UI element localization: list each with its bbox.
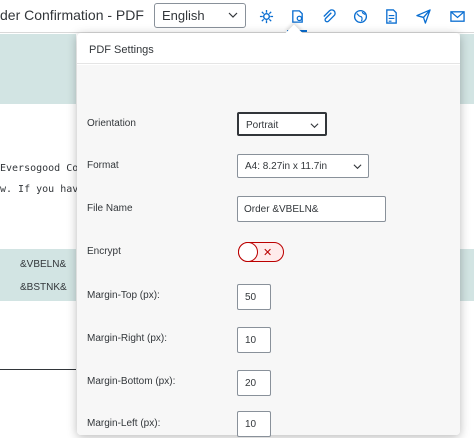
file-name-label: File Name xyxy=(87,203,133,214)
orientation-select[interactable]: Portrait xyxy=(237,112,327,136)
document-header-band xyxy=(0,34,76,104)
chevron-down-icon xyxy=(310,123,319,129)
margin-top-label: Margin-Top (px): xyxy=(87,290,160,301)
margin-right-label: Margin-Right (px): xyxy=(87,333,168,344)
document-table-right xyxy=(460,249,474,301)
settings-icon[interactable] xyxy=(255,5,277,27)
document-divider xyxy=(0,369,76,370)
popover-body: Orientation Portrait Format A4: 8.27in x… xyxy=(77,65,460,437)
margin-right-value: 10 xyxy=(245,335,257,346)
toggle-knob xyxy=(238,242,258,262)
document-title: der Confirmation - PDF xyxy=(0,7,144,23)
popover-title: PDF Settings xyxy=(89,44,154,56)
globe-icon[interactable] xyxy=(349,5,371,27)
document-header-band-right xyxy=(460,34,474,104)
file-name-input[interactable]: Order &VBELN& xyxy=(237,196,386,222)
language-select[interactable]: English xyxy=(154,3,246,28)
pdf-settings-popover: PDF Settings Orientation Portrait Format… xyxy=(77,24,460,437)
encrypt-label: Encrypt xyxy=(87,246,121,257)
format-select[interactable]: A4: 8.27in x 11.7in xyxy=(237,154,369,178)
margin-bottom-label: Margin-Bottom (px): xyxy=(87,376,176,387)
margin-bottom-value: 20 xyxy=(245,378,257,389)
pdf-settings-icon[interactable] xyxy=(286,5,308,27)
table-cell: &VBELN& xyxy=(20,259,67,270)
file-name-value: Order &VBELN& xyxy=(244,204,319,215)
format-select-value: A4: 8.27in x 11.7in xyxy=(245,161,328,172)
margin-left-value: 10 xyxy=(245,419,257,430)
language-select-value: English xyxy=(162,8,205,23)
margin-bottom-input[interactable]: 20 xyxy=(237,370,271,396)
encrypt-toggle[interactable]: ✕ xyxy=(238,242,284,262)
document-table: &VBELN& &BSTNK& xyxy=(0,249,76,301)
document-text-line: Eversogood Cor xyxy=(0,163,85,174)
margin-top-input[interactable]: 50 xyxy=(237,284,271,310)
margin-right-input[interactable]: 10 xyxy=(237,327,271,353)
format-label: Format xyxy=(87,160,119,171)
document-icon[interactable] xyxy=(380,5,402,27)
orientation-label: Orientation xyxy=(87,118,136,129)
chevron-down-icon xyxy=(228,12,238,18)
attachment-icon[interactable] xyxy=(317,5,339,27)
orientation-select-value: Portrait xyxy=(246,120,279,131)
margin-left-label: Margin-Left (px): xyxy=(87,418,161,429)
margin-left-input[interactable]: 10 xyxy=(237,411,271,437)
popover-header: PDF Settings xyxy=(77,33,460,64)
close-icon: ✕ xyxy=(263,247,273,259)
chevron-down-icon xyxy=(353,164,362,170)
email-icon[interactable] xyxy=(446,5,468,27)
table-cell: &BSTNK& xyxy=(20,282,67,293)
toolbar: der Confirmation - PDF English xyxy=(0,0,474,33)
send-icon[interactable] xyxy=(412,5,434,27)
margin-top-value: 50 xyxy=(245,292,257,303)
